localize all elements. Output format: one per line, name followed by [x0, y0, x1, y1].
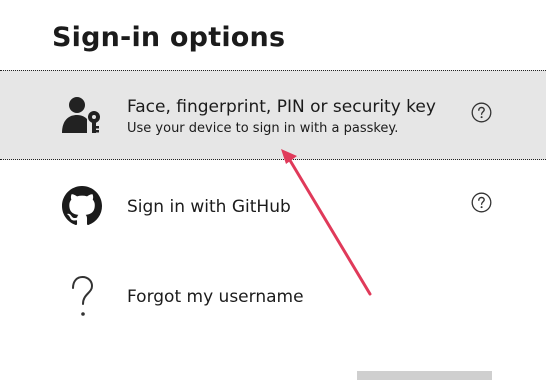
forgot-username-option-label: Forgot my username	[127, 287, 304, 307]
passkey-option-label: Face, fingerprint, PIN or security key	[127, 97, 436, 117]
user-key-icon	[60, 93, 104, 137]
github-icon	[60, 184, 104, 228]
help-icon[interactable]	[471, 192, 492, 213]
bottom-button-edge[interactable]	[357, 371, 492, 380]
passkey-option[interactable]: Face, fingerprint, PIN or security key U…	[0, 70, 546, 160]
github-option-label: Sign in with GitHub	[127, 197, 291, 217]
page-title: Sign-in options	[52, 22, 286, 53]
help-icon[interactable]	[471, 102, 492, 123]
forgot-username-option[interactable]: Forgot my username	[0, 252, 546, 342]
question-mark-icon	[60, 274, 104, 322]
github-option[interactable]: Sign in with GitHub	[0, 162, 546, 252]
passkey-option-description: Use your device to sign in with a passke…	[127, 121, 399, 136]
